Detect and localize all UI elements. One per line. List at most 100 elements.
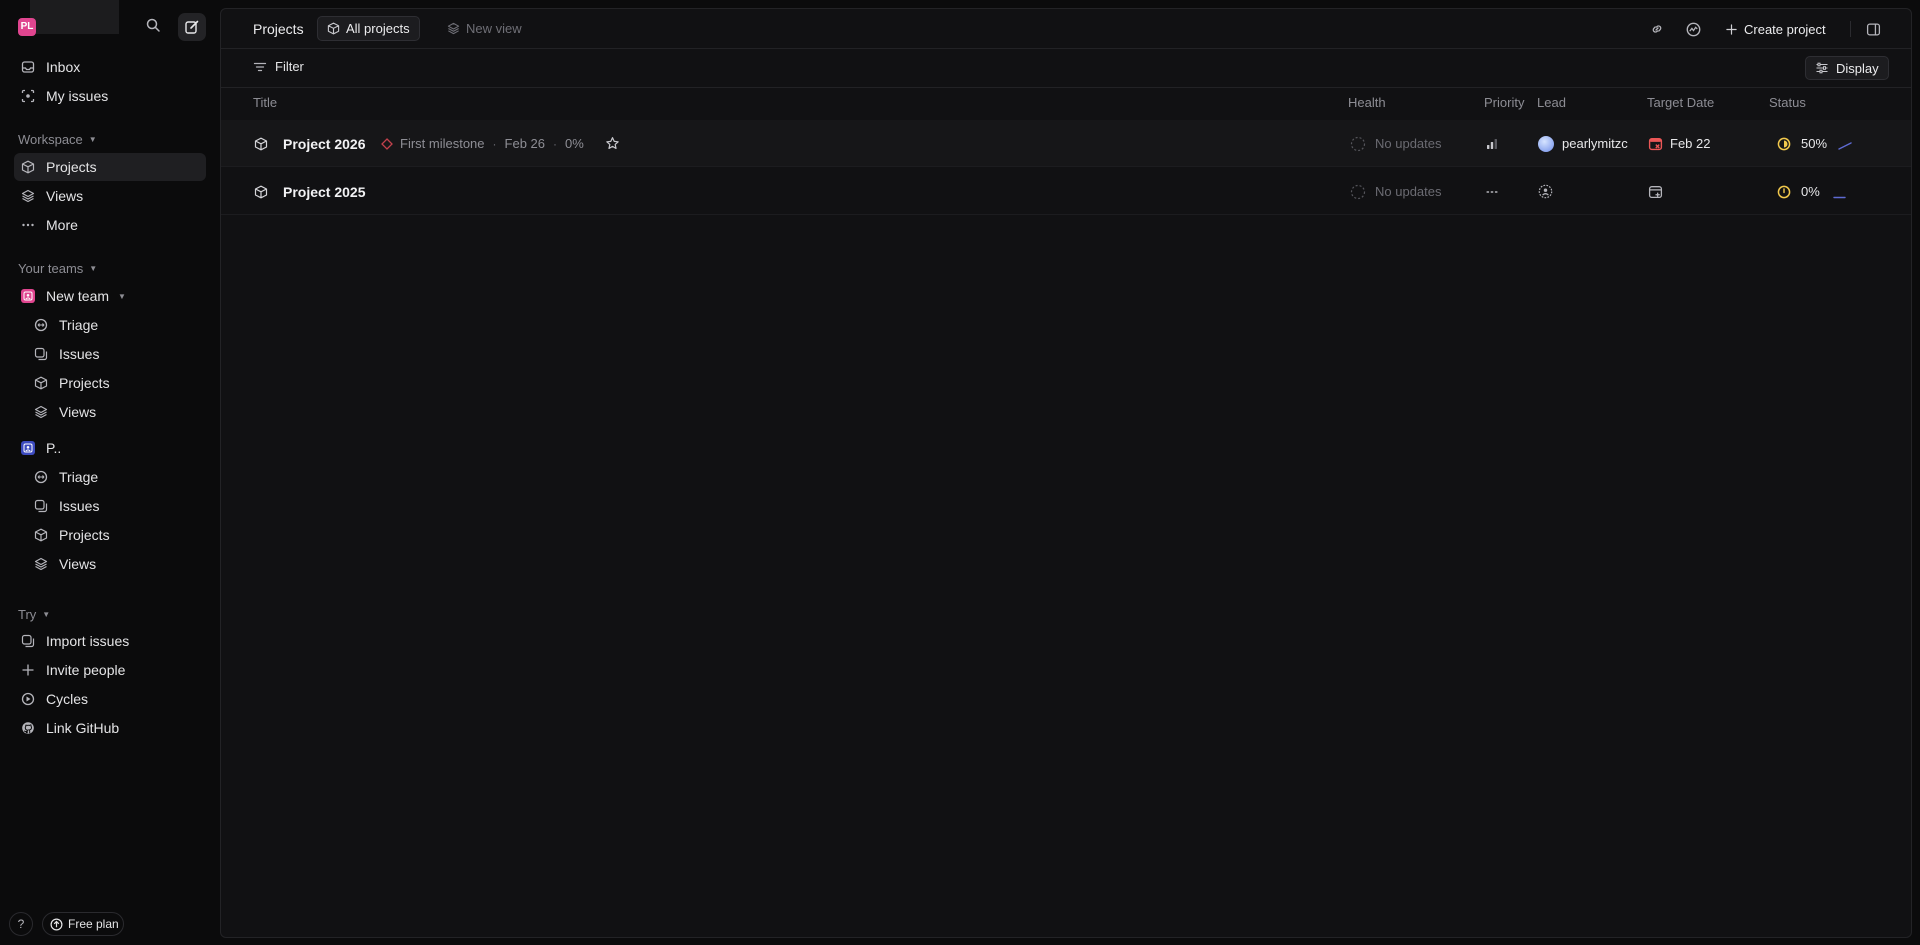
breadcrumb-projects[interactable]: Projects [253,21,304,37]
sidebar-item-link-github[interactable]: Link GitHub [14,714,206,742]
project-title[interactable]: Project 2025 [283,184,366,200]
sidebar-item-cycles[interactable]: Cycles [14,685,206,713]
team1-item-triage[interactable]: Triage [14,311,206,339]
sliders-icon [1816,62,1828,74]
plus-icon [20,662,36,678]
no-priority-icon[interactable] [1485,168,1499,215]
sidebar-item-label: Invite people [46,662,126,678]
ellipsis-icon [20,217,36,233]
try-section-toggle[interactable]: Try ▼ [18,607,50,622]
separator-dot: · [492,136,497,151]
sidebar-item-label: Issues [59,346,100,362]
workspace-avatar[interactable]: PL [18,18,36,36]
pulse-icon[interactable] [1684,20,1702,38]
caret-down-icon: ▼ [88,135,97,144]
column-header-target-date[interactable]: Target Date [1647,95,1714,110]
sidebar-item-projects[interactable]: Projects [14,153,206,181]
issues-icon [33,346,49,362]
health-cell[interactable]: No updates [1350,168,1442,215]
workspace-section-toggle[interactable]: Workspace ▼ [18,132,97,147]
project-icon [254,168,268,215]
lead-cell[interactable]: pearlymitzc [1538,120,1628,167]
tab-all-projects[interactable]: All projects [317,16,420,41]
sidebar-item-views[interactable]: Views [14,182,206,210]
caret-down-icon: ▼ [42,610,51,619]
free-plan-button[interactable]: Free plan [42,912,124,936]
health-empty-icon [1350,136,1366,151]
github-icon [20,720,36,736]
sidebar-item-more[interactable]: More [14,211,206,239]
health-cell[interactable]: No updates [1350,120,1442,167]
column-header-status[interactable]: Status [1769,95,1806,110]
compose-icon [185,20,199,34]
sidebar-item-my-issues[interactable]: My issues [14,82,206,110]
sidebar-toggle-icon[interactable] [1864,20,1882,38]
column-header-lead[interactable]: Lead [1537,95,1566,110]
column-header-health[interactable]: Health [1348,95,1386,110]
triage-icon [33,317,49,333]
status-cell[interactable]: 0% [1777,168,1820,215]
team-second[interactable]: P... [14,434,206,462]
cube-icon [20,159,36,175]
column-header-priority[interactable]: Priority [1484,95,1524,110]
teams-section-toggle[interactable]: Your teams ▼ [18,261,97,276]
sidebar-item-inbox[interactable]: Inbox [14,53,206,81]
filter-icon [253,62,267,71]
team2-item-issues[interactable]: Issues [14,492,206,520]
create-project-button[interactable]: Create project [1726,18,1826,40]
help-button[interactable]: ? [9,912,33,936]
calendar-add-icon[interactable] [1648,168,1663,215]
column-header-title[interactable]: Title [253,95,277,110]
sidebar-item-label: My issues [46,88,109,104]
favorite-star-icon[interactable] [605,120,620,167]
health-empty-icon [1350,184,1366,199]
filter-button[interactable]: Filter [253,59,304,74]
cycles-icon [20,691,36,707]
cube-icon [33,375,49,391]
sidebar-item-import-issues[interactable]: Import issues [14,627,206,655]
project-title[interactable]: Project 2026 [283,136,366,152]
milestone-progress: 0% [565,136,584,151]
team-name-redaction [60,441,110,457]
milestone-diamond-icon [381,137,393,150]
target-date-cell[interactable]: Feb 22 [1648,120,1710,167]
sidebar-item-label: Issues [59,498,100,514]
issues-icon [33,498,49,514]
layers-icon [33,556,49,572]
milestone-date: Feb 26 [504,136,546,151]
team1-item-projects[interactable]: Projects [14,369,206,397]
team2-item-triage[interactable]: Triage [14,463,206,491]
sidebar-item-invite-people[interactable]: Invite people [14,656,206,684]
table-row[interactable]: Project 2025 No updates 0% [221,168,1911,215]
link-icon[interactable] [1648,20,1666,38]
status-progress-icon [1777,137,1791,150]
import-icon [20,633,36,649]
tab-new-view[interactable]: New view [441,16,528,41]
priority-bars-icon[interactable] [1485,120,1499,167]
display-button[interactable]: Display [1805,56,1889,80]
search-icon[interactable] [145,17,167,39]
caret-down-icon: ▼ [118,291,126,301]
team2-item-projects[interactable]: Projects [14,521,206,549]
divider [1850,21,1851,37]
team1-item-issues[interactable]: Issues [14,340,206,368]
milestone-info[interactable]: First milestone · Feb 26 · 0% [381,120,584,167]
layers-icon [20,188,36,204]
team1-item-views[interactable]: Views [14,398,206,426]
top-bar: Projects All projects New view Create pr… [221,9,1911,49]
new-issue-button[interactable] [178,13,206,41]
workspace-name-redaction [30,0,119,34]
lead-empty-icon[interactable] [1538,168,1553,215]
team-new-team[interactable]: New team ▼ [14,282,206,310]
sidebar-header: PL [0,0,220,56]
sidebar-item-label: Views [59,404,97,420]
cube-icon [327,22,340,35]
project-icon [254,120,268,167]
milestone-name: First milestone [400,136,485,151]
status-cell[interactable]: 50% [1777,120,1827,167]
avatar [1538,135,1554,152]
table-row[interactable]: Project 2026 First milestone · Feb 26 · … [221,120,1911,167]
team2-item-views[interactable]: Views [14,550,206,578]
triage-icon [33,469,49,485]
status-sparkline [1833,168,1847,215]
